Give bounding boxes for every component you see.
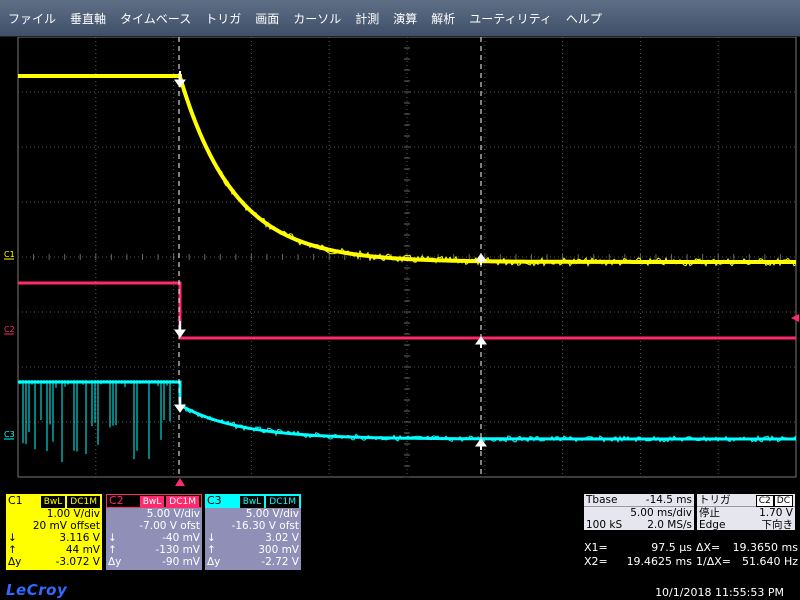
timebase-box[interactable]: Tbase -14.5 ms 5.00 ms/div 100 kS 2.0 MS/s [584,494,694,531]
cursor-down-icon: ↓ [207,532,216,544]
channel-c1-box[interactable]: C1 BwL DC1M 1.00 V/div 20 mV offset ↓ 3.11… [6,494,102,570]
graticule [17,37,797,478]
trace-c1-noise [179,76,797,267]
timestamp: 10/1/2018 11:55:53 PM [655,586,784,599]
channel-c3-box[interactable]: C3 BwL DC1M 5.00 V/div -16.30 V ofst ↓ 3.0… [205,494,301,570]
menu-cursors[interactable]: カーソル [286,10,348,27]
trigger-box[interactable]: トリガ C2 DC 停止 1.70 V Edge 下向き [697,494,795,531]
inv-dx-value: 51.640 Hz [741,555,798,568]
c1-bw-tag: BwL [40,495,66,508]
dx-value: 19.3650 ms [732,541,798,554]
cursor-down-icon: ↓ [8,532,17,544]
c3-level-marker: C3 [4,430,15,439]
trigger-label: トリガ [699,494,731,506]
timebase-rate: 2.0 MS/s [647,519,692,531]
c2-delta: -90 mV [162,556,200,568]
menu-bar: ファイル 垂直軸 タイムベース トリガ 画面 カーソル 計測 演算 解析 ユーテ… [0,0,800,37]
c1-level-marker: C1 [4,250,15,259]
x1-value: 97.5 µs [651,541,692,554]
cursor-readout: X1= 97.5 µs ΔX= 19.3650 ms X2= 19.4625 ms 1… [584,541,798,569]
c3-coupling-tag: DC1M [266,495,299,508]
c1-offset: 20 mV offset [32,520,100,532]
c2-vdiv: 5.00 V/div [146,508,200,520]
c1-coupling-tag: DC1M [67,495,100,508]
bottom-panel: C1 BwL DC1M 1.00 V/div 20 mV offset ↓ 3.11… [0,490,800,600]
cursor-down-icon: ↓ [108,532,117,544]
trigger-mode: 停止 [699,507,720,519]
c2-cursor1: -40 mV [162,532,200,544]
timebase-tdiv: 5.00 ms/div [630,507,692,519]
menu-trigger[interactable]: トリガ [198,10,248,27]
inv-dx-label: 1/ΔX= [696,555,731,568]
c3-cursor1: 3.02 V [265,532,299,544]
waveform-grid[interactable]: C1 C2 C3 [0,37,800,490]
trigger-slope: 下向き [761,519,794,531]
menu-help[interactable]: ヘルプ [559,10,609,27]
x2-label: X2= [584,555,608,568]
cursor-up-icon: ↑ [207,544,216,556]
c1-delta: -3.072 V [55,556,100,568]
c1-cursor2: 44 mV [65,544,100,556]
menu-math[interactable]: 演算 [386,10,424,27]
c2-coupling-tag: DC1M [166,495,199,508]
trigger-source: C2 [755,495,774,507]
brand-logo: LeCroy [6,581,68,599]
cursor-up-icon: ↑ [108,544,117,556]
x2-value: 19.4625 ms [626,555,692,568]
channel-c2-box[interactable]: C2 BwL DC1M 5.00 V/div -7.00 V ofst ↓ -40 … [106,494,202,570]
c2-level-marker: C2 [4,325,15,334]
delta-y-label: Δy [108,556,122,568]
c1-label: C1 [8,494,23,507]
c3-offset: -16.30 V ofst [231,520,299,532]
menu-display[interactable]: 画面 [248,10,286,27]
c1-vdiv: 1.00 V/div [46,508,100,520]
menu-measure[interactable]: 計測 [348,10,386,27]
timebase-samples: 100 kS [586,519,623,531]
c3-delta: -2.72 V [261,556,299,568]
x1-label: X1= [584,541,608,554]
menu-file[interactable]: ファイル [0,10,63,27]
timebase-delay: -14.5 ms [645,494,692,506]
trigger-coupling: DC [773,495,793,507]
trigger-level-icon[interactable] [791,314,799,322]
c3-label: C3 [207,494,222,507]
c2-label: C2 [109,494,124,507]
c3-vdiv: 5.00 V/div [245,508,299,520]
timebase-label: Tbase [586,494,618,506]
dx-label: ΔX= [696,541,721,554]
delta-y-label: Δy [8,556,22,568]
trigger-type: Edge [699,519,726,531]
c2-bw-tag: BwL [139,495,165,508]
cursor-up-icon: ↑ [8,544,17,556]
c3-cursor2: 300 mV [258,544,299,556]
c2-cursor2: -130 mV [155,544,200,556]
trigger-level: 1.70 V [759,507,793,519]
trace-c3-noise [19,380,797,463]
menu-utilities[interactable]: ユーティリティ [462,10,559,27]
menu-analysis[interactable]: 解析 [424,10,462,27]
delta-y-label: Δy [207,556,221,568]
menu-vertical[interactable]: 垂直軸 [63,10,113,27]
trigger-position-icon[interactable] [175,478,185,486]
c2-offset: -7.00 V ofst [139,520,200,532]
menu-timebase[interactable]: タイムベース [113,10,198,27]
c3-bw-tag: BwL [239,495,265,508]
c1-cursor1: 3.116 V [59,532,100,544]
